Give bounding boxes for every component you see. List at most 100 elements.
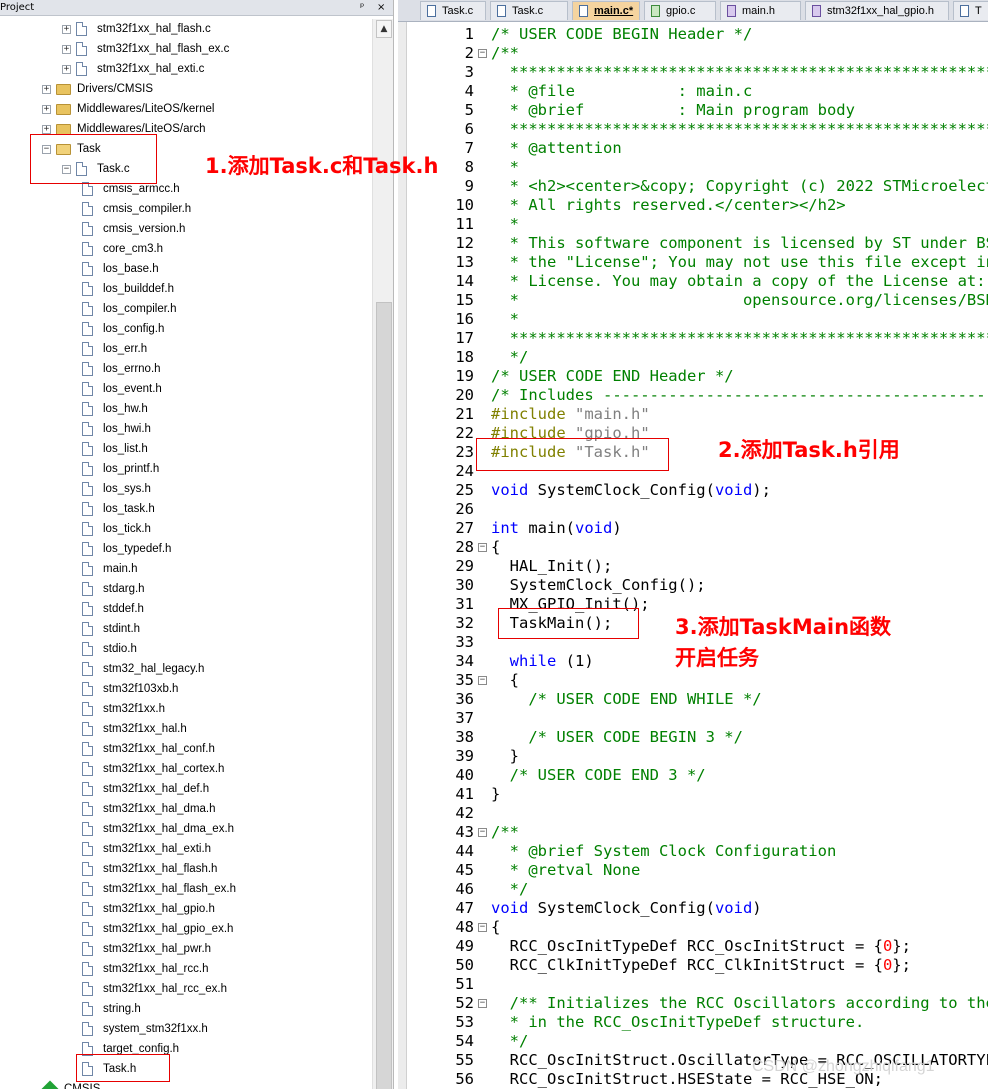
code-line[interactable]: 2−/** bbox=[406, 44, 988, 63]
code-line[interactable]: 25 void SystemClock_Config(void); bbox=[406, 481, 988, 500]
editor-tab[interactable]: main.c* bbox=[572, 1, 640, 20]
tree-item[interactable]: stm32f1xx_hal_cortex.h bbox=[82, 759, 224, 779]
tree-item[interactable]: los_event.h bbox=[82, 379, 162, 399]
code-line[interactable]: 37 bbox=[406, 709, 988, 728]
tree-item[interactable]: stdint.h bbox=[82, 619, 140, 639]
code-line[interactable]: 43−/** bbox=[406, 823, 988, 842]
code-line[interactable]: 31 MX_GPIO_Init(); bbox=[406, 595, 988, 614]
tree-item[interactable]: stm32f103xb.h bbox=[82, 679, 178, 699]
code-line[interactable]: 4 * @file : main.c bbox=[406, 82, 988, 101]
code-line[interactable]: 35− { bbox=[406, 671, 988, 690]
expand-icon[interactable]: + bbox=[62, 64, 71, 74]
expand-icon[interactable]: + bbox=[62, 24, 71, 34]
code-line[interactable]: 54 */ bbox=[406, 1032, 988, 1051]
code-line[interactable]: 28−{ bbox=[406, 538, 988, 557]
code-line[interactable]: 47 void SystemClock_Config(void) bbox=[406, 899, 988, 918]
pin-icon[interactable]: ᵖ bbox=[360, 0, 364, 15]
tree-item[interactable]: los_errno.h bbox=[82, 359, 161, 379]
tree-item[interactable]: stm32f1xx_hal_dma.h bbox=[82, 799, 216, 819]
code-line[interactable]: 51 bbox=[406, 975, 988, 994]
code-line[interactable]: 39 } bbox=[406, 747, 988, 766]
code-area[interactable]: 1/* USER CODE BEGIN Header */2−/** 3 ****… bbox=[406, 22, 988, 1089]
code-line[interactable]: 14 * License. You may obtain a copy of t… bbox=[406, 272, 988, 291]
editor-tab[interactable]: main.h bbox=[720, 1, 801, 20]
code-line[interactable]: 16 * bbox=[406, 310, 988, 329]
editor-tab[interactable]: Task.c bbox=[490, 1, 568, 20]
fold-toggle-icon[interactable]: − bbox=[478, 49, 487, 58]
code-line[interactable]: 46 */ bbox=[406, 880, 988, 899]
tree-item[interactable]: los_base.h bbox=[82, 259, 159, 279]
scroll-up-icon[interactable]: ▲ bbox=[376, 20, 392, 38]
code-line[interactable]: 7 * @attention bbox=[406, 139, 988, 158]
tree-item[interactable]: los_err.h bbox=[82, 339, 147, 359]
tree-item[interactable]: + stm32f1xx_hal_flash_ex.c bbox=[62, 39, 229, 59]
tree-item[interactable]: stm32f1xx_hal_flash_ex.h bbox=[82, 879, 236, 899]
tree-item[interactable]: los_printf.h bbox=[82, 459, 159, 479]
code-line[interactable]: 6 **************************************… bbox=[406, 120, 988, 139]
code-line[interactable]: 52− /** Initializes the RCC Oscillators … bbox=[406, 994, 988, 1013]
code-line[interactable]: 41} bbox=[406, 785, 988, 804]
fold-toggle-icon[interactable]: − bbox=[478, 828, 487, 837]
expand-icon[interactable]: + bbox=[42, 104, 51, 114]
fold-toggle-icon[interactable]: − bbox=[478, 676, 487, 685]
tree-item[interactable]: cmsis_version.h bbox=[82, 219, 185, 239]
code-line[interactable]: 38 /* USER CODE BEGIN 3 */ bbox=[406, 728, 988, 747]
code-line[interactable]: 15 * opensource.org/licenses/BSD-3-Claus… bbox=[406, 291, 988, 310]
expand-icon[interactable]: + bbox=[42, 124, 51, 134]
code-line[interactable]: 26 bbox=[406, 500, 988, 519]
tree-item[interactable]: stm32f1xx_hal_exti.h bbox=[82, 839, 211, 859]
tree-item[interactable]: los_task.h bbox=[82, 499, 155, 519]
code-line[interactable]: 3 **************************************… bbox=[406, 63, 988, 82]
code-line[interactable]: 44 * @brief System Clock Configuration bbox=[406, 842, 988, 861]
code-line[interactable]: 40 /* USER CODE END 3 */ bbox=[406, 766, 988, 785]
editor-tab[interactable]: T bbox=[953, 1, 988, 20]
tree-item[interactable]: stm32_hal_legacy.h bbox=[82, 659, 204, 679]
code-line[interactable]: 49 RCC_OscInitTypeDef RCC_OscInitStruct … bbox=[406, 937, 988, 956]
code-line[interactable]: 9 * <h2><center>&copy; Copyright (c) 202… bbox=[406, 177, 988, 196]
code-line[interactable]: 27 int main(void) bbox=[406, 519, 988, 538]
fold-toggle-icon[interactable]: − bbox=[478, 543, 487, 552]
tree-item[interactable]: stm32f1xx_hal_gpio_ex.h bbox=[82, 919, 233, 939]
tree-item[interactable]: stm32f1xx_hal_rcc_ex.h bbox=[82, 979, 227, 999]
tree-item[interactable]: stm32f1xx_hal_pwr.h bbox=[82, 939, 211, 959]
tree-item[interactable]: + Middlewares/LiteOS/kernel bbox=[42, 99, 214, 119]
fold-toggle-icon[interactable]: − bbox=[478, 923, 487, 932]
tree-item[interactable]: stm32f1xx_hal_dma_ex.h bbox=[82, 819, 234, 839]
code-line[interactable]: 50 RCC_ClkInitTypeDef RCC_ClkInitStruct … bbox=[406, 956, 988, 975]
tree-item[interactable]: stm32f1xx.h bbox=[82, 699, 165, 719]
tree-item[interactable]: stm32f1xx_hal_flash.h bbox=[82, 859, 217, 879]
tree-item[interactable]: los_builddef.h bbox=[82, 279, 174, 299]
close-icon[interactable]: × bbox=[377, 0, 385, 15]
tree-item[interactable]: stdio.h bbox=[82, 639, 137, 659]
editor-tab[interactable]: stm32f1xx_hal_gpio.h bbox=[805, 1, 949, 20]
code-line[interactable]: 1 /* USER CODE BEGIN Header */ bbox=[406, 25, 988, 44]
code-line[interactable]: 21 #include "main.h" bbox=[406, 405, 988, 424]
expand-icon[interactable]: + bbox=[62, 44, 71, 54]
editor-tab[interactable]: gpio.c bbox=[644, 1, 716, 20]
tree-item[interactable]: los_hw.h bbox=[82, 399, 148, 419]
tree-item[interactable]: main.h bbox=[82, 559, 138, 579]
code-line[interactable]: 10 * All rights reserved.</center></h2> bbox=[406, 196, 988, 215]
tree-item[interactable]: stdarg.h bbox=[82, 579, 145, 599]
code-line[interactable]: 18 */ bbox=[406, 348, 988, 367]
tree-item[interactable]: los_compiler.h bbox=[82, 299, 177, 319]
tree-item[interactable]: los_hwi.h bbox=[82, 419, 151, 439]
tree-item[interactable]: stm32f1xx_hal_conf.h bbox=[82, 739, 215, 759]
code-line[interactable]: 42 bbox=[406, 804, 988, 823]
code-line[interactable]: 13 * the "License"; You may not use this… bbox=[406, 253, 988, 272]
tree-item[interactable]: stm32f1xx_hal_rcc.h bbox=[82, 959, 208, 979]
code-line[interactable]: 36 /* USER CODE END WHILE */ bbox=[406, 690, 988, 709]
editor-tab[interactable]: Task.c bbox=[420, 1, 486, 20]
expand-icon[interactable]: + bbox=[42, 84, 51, 94]
tree-item[interactable]: + stm32f1xx_hal_flash.c bbox=[62, 19, 211, 39]
code-line[interactable]: 20 /* Includes --------------------------… bbox=[406, 386, 988, 405]
tree-item[interactable]: los_sys.h bbox=[82, 479, 151, 499]
code-line[interactable]: 45 * @retval None bbox=[406, 861, 988, 880]
code-line[interactable]: 29 HAL_Init(); bbox=[406, 557, 988, 576]
code-line[interactable]: 19 /* USER CODE END Header */ bbox=[406, 367, 988, 386]
tree-item[interactable]: stddef.h bbox=[82, 599, 144, 619]
scroll-thumb[interactable] bbox=[376, 302, 392, 1089]
tree-item[interactable]: + Drivers/CMSIS bbox=[42, 79, 153, 99]
tree-item[interactable]: los_list.h bbox=[82, 439, 148, 459]
code-line[interactable]: 8 * bbox=[406, 158, 988, 177]
